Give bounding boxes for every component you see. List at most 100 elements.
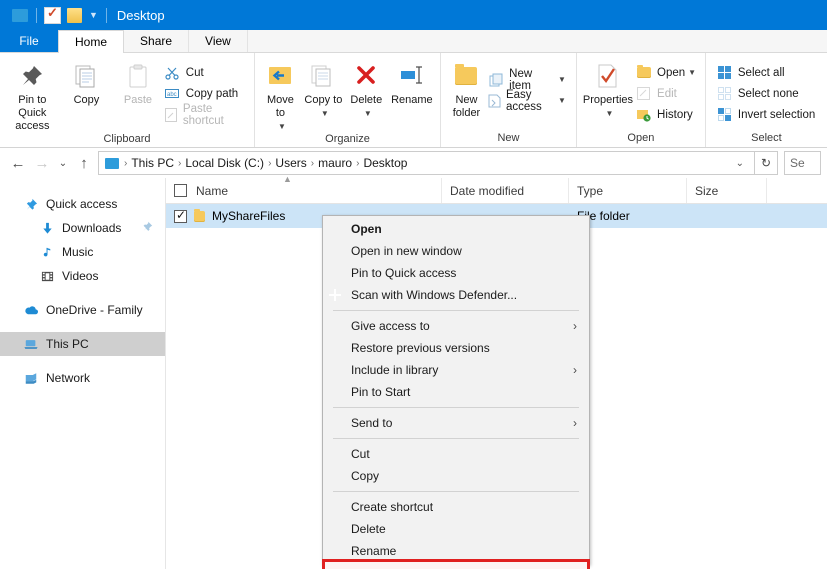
chevron-down-icon[interactable]: ▼ xyxy=(688,68,696,77)
breadcrumb-item-2[interactable]: Users xyxy=(272,156,309,170)
search-input[interactable]: Se xyxy=(784,151,821,175)
paste-label: Paste xyxy=(123,94,153,106)
rename-button[interactable]: Rename xyxy=(388,57,436,107)
context-menu-item-open-in-new-window[interactable]: Open in new window xyxy=(323,240,589,262)
row-checkbox[interactable] xyxy=(174,208,187,223)
chevron-down-icon[interactable]: ▼ xyxy=(278,120,286,133)
context-menu-item-create-shortcut[interactable]: Create shortcut xyxy=(323,496,589,518)
menu-label: Rename xyxy=(351,544,397,558)
quick-access-new-folder-icon[interactable] xyxy=(67,7,82,23)
sidebar-item-quick-access[interactable]: Quick access xyxy=(0,192,165,216)
ribbon-group-title-clipboard: Clipboard xyxy=(103,133,151,145)
recent-locations-button[interactable]: ⌄ xyxy=(54,151,72,175)
column-header-date-modified[interactable]: Date modified xyxy=(442,178,569,203)
tab-file[interactable]: File xyxy=(0,30,58,52)
column-header-size[interactable]: Size xyxy=(687,178,767,203)
sidebar-item-network[interactable]: Network xyxy=(0,366,165,390)
chevron-down-icon[interactable]: ▼ xyxy=(89,10,98,20)
refresh-button[interactable]: ↻ xyxy=(755,151,778,175)
menu-separator xyxy=(333,310,579,311)
quick-access-properties-icon[interactable] xyxy=(44,5,61,24)
easy-access-icon xyxy=(488,93,501,108)
breadcrumb-item-1[interactable]: Local Disk (C:) xyxy=(182,156,267,170)
window-icon xyxy=(12,8,28,22)
invert-selection-button[interactable]: Invert selection xyxy=(716,104,821,125)
menu-label: Cut xyxy=(351,447,370,461)
chevron-down-icon[interactable]: ▼ xyxy=(558,96,566,105)
select-none-button[interactable]: Select none xyxy=(716,83,821,104)
breadcrumb-item-4[interactable]: Desktop xyxy=(360,156,410,170)
context-menu-item-give-access-to[interactable]: Give access to › xyxy=(323,315,589,337)
new-item-button[interactable]: New item ▼ xyxy=(488,68,572,92)
context-menu-item-scan-with-windows-defender[interactable]: Scan with Windows Defender... xyxy=(323,284,589,306)
pin-to-quick-access-button[interactable]: Pin to Quick access xyxy=(4,57,61,133)
pin-icon[interactable] xyxy=(142,221,153,235)
chevron-down-icon[interactable]: ▼ xyxy=(606,107,614,120)
context-menu-item-include-in-library[interactable]: Include in library › xyxy=(323,359,589,381)
edit-button[interactable]: Edit xyxy=(635,83,702,104)
up-button[interactable]: ↑ xyxy=(72,151,96,175)
open-button[interactable]: Open ▼ xyxy=(635,62,702,83)
sidebar-item-this-pc[interactable]: This PC xyxy=(0,332,165,356)
context-menu-item-pin-to-quick-access[interactable]: Pin to Quick access xyxy=(323,262,589,284)
breadcrumb-item-3[interactable]: mauro xyxy=(315,156,355,170)
chevron-right-icon: › xyxy=(573,319,577,333)
tab-view[interactable]: View xyxy=(189,30,248,52)
titlebar-divider-2 xyxy=(105,7,107,23)
properties-button[interactable]: Properties ▼ xyxy=(581,57,635,120)
new-folder-label: New folder xyxy=(452,94,481,119)
paste-button[interactable]: Paste xyxy=(112,57,164,107)
sidebar-item-onedrive[interactable]: OneDrive - Family xyxy=(0,298,165,322)
sidebar-item-downloads[interactable]: Downloads xyxy=(0,216,165,240)
delete-button[interactable]: Delete ▼ xyxy=(345,57,388,120)
chevron-down-icon[interactable]: ▼ xyxy=(364,107,372,120)
column-header-name-label: Name xyxy=(196,183,229,198)
chevron-down-icon[interactable]: ▼ xyxy=(558,75,566,84)
copy-button[interactable]: Copy xyxy=(61,57,113,107)
new-folder-button[interactable]: New folder xyxy=(445,57,488,120)
context-menu-item-send-to[interactable]: Send to › xyxy=(323,412,589,434)
row-name-label: MyShareFiles xyxy=(212,209,286,223)
column-header-name[interactable]: Name xyxy=(166,178,442,203)
sidebar-label: This PC xyxy=(46,337,89,351)
sort-ascending-icon: ▲ xyxy=(283,174,292,184)
chevron-down-icon[interactable]: ⌄ xyxy=(730,158,750,169)
select-all-button[interactable]: Select all xyxy=(716,62,821,83)
invert-selection-label: Invert selection xyxy=(737,108,816,121)
context-menu-item-delete[interactable]: Delete xyxy=(323,518,589,540)
breadcrumb-item-0[interactable]: This PC xyxy=(128,156,177,170)
sidebar-item-videos[interactable]: Videos xyxy=(0,264,165,288)
paste-shortcut-button[interactable]: Paste shortcut xyxy=(164,103,250,127)
tabs-filler xyxy=(247,30,827,52)
copy-to-button[interactable]: Copy to ▼ xyxy=(302,57,345,120)
tab-home[interactable]: Home xyxy=(58,30,125,53)
forward-button[interactable]: → xyxy=(30,151,54,175)
context-menu[interactable]: Open Open in new window Pin to Quick acc… xyxy=(322,215,590,565)
context-menu-item-cut[interactable]: Cut xyxy=(323,443,589,465)
cut-button[interactable]: Cut xyxy=(164,62,250,83)
file-explorer-window: ▼ Desktop File Home Share View Pin to Qu… xyxy=(0,0,827,569)
tab-share[interactable]: Share xyxy=(124,30,190,52)
download-icon xyxy=(38,222,56,235)
context-menu-item-pin-to-start[interactable]: Pin to Start xyxy=(323,381,589,403)
menu-separator xyxy=(333,491,579,492)
column-header-type[interactable]: Type xyxy=(569,178,687,203)
sidebar-label: Downloads xyxy=(62,221,122,235)
copy-path-button[interactable]: abc Copy path xyxy=(164,83,250,104)
context-menu-item-copy[interactable]: Copy xyxy=(323,465,589,487)
cut-label: Cut xyxy=(185,66,204,79)
select-all-checkbox[interactable] xyxy=(174,184,187,197)
ribbon-tabs: File Home Share View xyxy=(0,30,827,53)
back-button[interactable]: ← xyxy=(6,151,30,175)
pin-icon xyxy=(19,61,45,91)
move-to-button[interactable]: Move to ▼ xyxy=(259,57,302,133)
context-menu-item-restore-previous-versions[interactable]: Restore previous versions xyxy=(323,337,589,359)
context-menu-item-open[interactable]: Open xyxy=(323,218,589,240)
chevron-down-icon[interactable]: ▼ xyxy=(321,107,329,120)
sidebar-item-music[interactable]: Music xyxy=(0,240,165,264)
breadcrumb[interactable]: › This PC › Local Disk (C:) › Users › ma… xyxy=(98,151,755,175)
svg-text:abc: abc xyxy=(167,92,177,98)
history-button[interactable]: History xyxy=(635,104,702,125)
easy-access-button[interactable]: Easy access ▼ xyxy=(488,89,572,113)
